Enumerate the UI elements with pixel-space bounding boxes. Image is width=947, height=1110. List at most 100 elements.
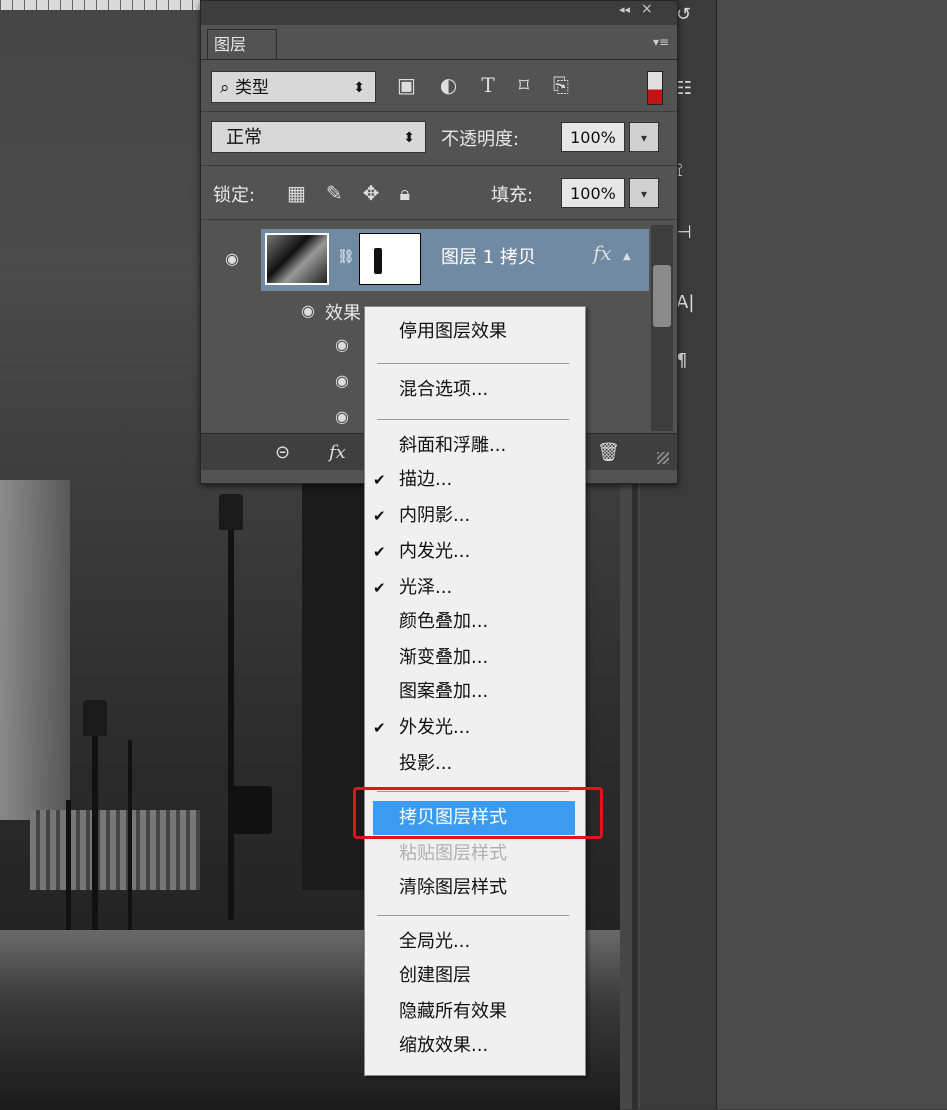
visibility-eye-icon[interactable]: ◉ <box>225 249 239 268</box>
menu-separator <box>377 915 569 916</box>
menu-item-inner-glow[interactable]: ✔ 内发光... <box>365 535 583 569</box>
lock-icons: ▦ ✎ ✥ 🔒︎ <box>287 181 410 205</box>
photo-lamp-post <box>128 740 132 940</box>
fill-label: 填充: <box>491 185 534 206</box>
add-layer-style-icon[interactable]: fx <box>329 442 346 463</box>
blend-mode-select[interactable]: 正常 ⬍ <box>211 121 426 153</box>
fx-badge-icon[interactable]: fx <box>593 241 612 265</box>
photo-building <box>0 480 70 820</box>
menu-item-label: 渐变叠加... <box>399 647 489 668</box>
menu-item-label: 投影... <box>399 753 453 774</box>
menu-item-bevel-emboss[interactable]: 斜面和浮雕... <box>365 429 583 463</box>
lock-transparency-icon[interactable]: ▦ <box>287 181 306 205</box>
filter-icons: ▣ ◐ T ⌑ ⎘ <box>397 73 569 97</box>
menu-item-pattern-overlay[interactable]: 图案叠加... <box>365 675 583 709</box>
fill-field[interactable]: 100% <box>561 178 625 208</box>
fill-dropdown-icon[interactable]: ▾ <box>629 178 659 208</box>
menu-item-label: 粘贴图层样式 <box>399 843 507 864</box>
photo-lamp <box>219 494 243 530</box>
character-icon[interactable]: A| <box>676 292 694 313</box>
shape-layer-filter-icon[interactable]: ⌑ <box>519 73 529 97</box>
tab-divider <box>201 59 677 60</box>
menu-item-hide-all-effects[interactable]: 隐藏所有效果 <box>365 995 583 1029</box>
opacity-dropdown-icon[interactable]: ▾ <box>629 122 659 152</box>
menu-item-label: 创建图层 <box>399 965 471 986</box>
adjustment-layer-filter-icon[interactable]: ◐ <box>440 73 457 97</box>
layer-name[interactable]: 图层 1 拷贝 <box>441 243 536 269</box>
menu-item-label: 斜面和浮雕... <box>399 435 507 456</box>
lock-all-icon[interactable]: 🔒︎ <box>399 181 410 205</box>
menu-separator <box>377 419 569 420</box>
photo-lamp <box>83 700 107 736</box>
menu-item-label: 停用图层效果 <box>399 321 507 342</box>
menu-item-create-layer[interactable]: 创建图层 <box>365 959 583 993</box>
type-layer-filter-icon[interactable]: T <box>481 73 494 97</box>
menu-item-drop-shadow[interactable]: 投影... <box>365 747 583 781</box>
close-icon[interactable]: × <box>641 1 653 17</box>
menu-item-label: 全局光... <box>399 931 471 952</box>
resize-grip-icon[interactable] <box>657 452 669 464</box>
menu-item-label: 混合选项... <box>399 379 489 400</box>
properties-icon[interactable]: ☷ <box>676 78 692 99</box>
mask-link-icon[interactable]: ⛓ <box>337 249 355 265</box>
panel-menu-icon[interactable]: ▾≡ <box>653 35 669 49</box>
divider <box>201 111 677 112</box>
effects-eye-icon[interactable]: ◉ <box>301 301 315 320</box>
menu-item-label: 隐藏所有效果 <box>399 1001 507 1022</box>
menu-item-clear-layer-style[interactable]: 清除图层样式 <box>365 871 583 905</box>
menu-item-stroke[interactable]: ✔ 描边... <box>365 463 583 497</box>
layer-thumbnail[interactable] <box>265 233 329 285</box>
menu-item-global-light[interactable]: 全局光... <box>365 925 583 959</box>
photo-distant-buildings <box>30 810 200 890</box>
lock-position-icon[interactable]: ✥ <box>363 181 380 205</box>
panel-titlebar[interactable]: ◂◂ × <box>201 1 677 25</box>
dock-empty-area <box>718 0 947 1109</box>
select-arrows-icon: ⬍ <box>353 80 365 96</box>
lock-pixels-icon[interactable]: ✎ <box>326 181 343 205</box>
adjustments-icon[interactable]: ⊣ <box>676 222 692 243</box>
effect-eye-icon[interactable]: ◉ <box>335 335 349 354</box>
smart-object-filter-icon[interactable]: ⎘ <box>553 73 569 97</box>
pixel-layer-filter-icon[interactable]: ▣ <box>397 73 416 97</box>
menu-item-label: 图案叠加... <box>399 681 489 702</box>
menu-item-label: 描边... <box>399 469 453 490</box>
menu-item-color-overlay[interactable]: 颜色叠加... <box>365 605 583 639</box>
layer-mask-thumbnail[interactable] <box>359 233 421 285</box>
checkmark-icon: ✔ <box>373 579 386 597</box>
menu-item-label: 缩放效果... <box>399 1035 489 1056</box>
menu-item-label: 内发光... <box>399 541 471 562</box>
filter-toggle-switch[interactable] <box>647 71 663 105</box>
history-icon[interactable]: ↺ <box>676 4 691 25</box>
layer-list-scrollbar[interactable] <box>651 225 673 431</box>
menu-item-label: 外发光... <box>399 717 471 738</box>
menu-item-scale-effects[interactable]: 缩放效果... <box>365 1029 583 1063</box>
opacity-field[interactable]: 100% <box>561 122 625 152</box>
menu-item-paste-layer-style[interactable]: 粘贴图层样式 <box>365 837 583 871</box>
menu-item-outer-glow[interactable]: ✔ 外发光... <box>365 711 583 745</box>
photo-lamp-post <box>66 800 71 940</box>
divider <box>201 165 677 166</box>
link-layers-icon[interactable]: ⊝ <box>275 442 290 463</box>
checkmark-icon: ✔ <box>373 719 386 737</box>
menu-item-label: 光泽... <box>399 577 453 598</box>
photo-traffic-light <box>232 786 272 834</box>
delete-layer-icon[interactable]: 🗑︎ <box>597 442 620 463</box>
annotation-highlight-box <box>353 787 603 839</box>
scrollbar-thumb[interactable] <box>653 265 671 327</box>
menu-item-blending-options[interactable]: 混合选项... <box>365 373 583 407</box>
tab-layers[interactable]: 图层 <box>207 29 277 59</box>
blend-mode-value: 正常 <box>226 127 262 148</box>
effect-eye-icon[interactable]: ◉ <box>335 371 349 390</box>
menu-item-inner-shadow[interactable]: ✔ 内阴影... <box>365 499 583 533</box>
filter-type-select[interactable]: ⌕ 类型 ⬍ <box>211 71 376 103</box>
collapse-icon[interactable]: ◂◂ <box>619 3 630 16</box>
divider <box>201 219 677 220</box>
menu-item-disable-layer-effects[interactable]: 停用图层效果 <box>365 315 583 349</box>
horizontal-ruler <box>0 0 200 10</box>
effect-eye-icon[interactable]: ◉ <box>335 407 349 426</box>
menu-item-gradient-overlay[interactable]: 渐变叠加... <box>365 641 583 675</box>
expand-effects-icon[interactable]: ▲ <box>623 251 631 262</box>
menu-item-satin[interactable]: ✔ 光泽... <box>365 571 583 605</box>
menu-item-label: 清除图层样式 <box>399 877 507 898</box>
photo-lamp-post <box>228 500 234 920</box>
